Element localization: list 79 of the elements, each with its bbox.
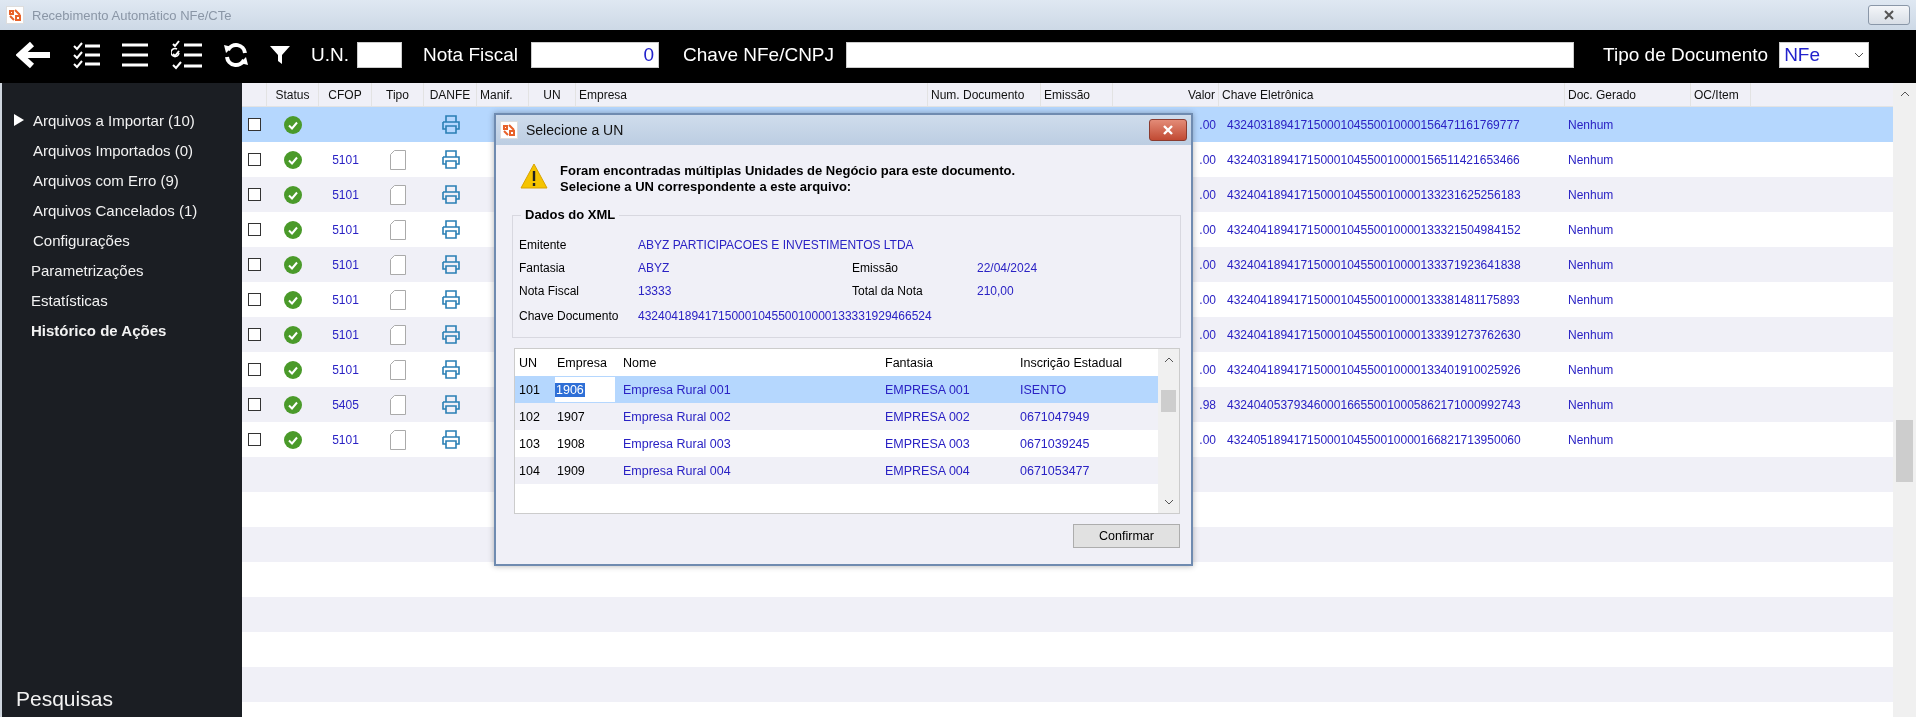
grid-cell: EMPRESA 004	[885, 463, 970, 478]
warning-message: Foram encontradas múltiplas Unidades de Negócio para este documento. Selecione a UN correspondente a este arquivo:	[560, 163, 1016, 196]
cfop-text: 5101	[332, 327, 359, 342]
field-label: Nota Fiscal	[519, 283, 581, 298]
doc-status-text: Nenhum	[1568, 362, 1614, 377]
field-value: 43240418941715000104550010000133331929466524	[638, 309, 932, 323]
valor-text: .98	[1199, 397, 1216, 412]
field-label: Nota Fiscal	[423, 43, 519, 66]
field-label: U.N.	[311, 43, 349, 66]
valor-text: .00	[1199, 257, 1216, 272]
chave-text: 43240318941715000104550010000156471161769777	[1227, 117, 1520, 132]
window-title: Recebimento Automático NFe/CTe	[32, 7, 233, 23]
grid-cell: EMPRESA 001	[885, 382, 970, 397]
field-label: Fantasia	[519, 260, 567, 275]
cfop-text: 5101	[332, 292, 359, 307]
chave-text: 43240418941715000104550010000133371923641838	[1227, 257, 1521, 272]
field-label: Chave NFe/CNPJ	[683, 43, 835, 66]
grid-cell: 1907	[557, 409, 585, 424]
group-title: Dados do XML	[521, 207, 620, 222]
valor-text: .00	[1199, 362, 1216, 377]
grid-cell: 102	[519, 409, 540, 424]
grid-cell: 101	[519, 382, 540, 397]
valor-text: .00	[1199, 292, 1216, 307]
field-value: 13333	[638, 283, 673, 298]
field-value: ABYZ PARTICIPACOES E INVESTIMENTOS LTDA	[638, 237, 914, 252]
valor-text: .00	[1199, 327, 1216, 342]
doc-status-text: Nenhum	[1568, 257, 1614, 272]
valor-text: .00	[1199, 222, 1216, 237]
grid-cell: EMPRESA 002	[885, 409, 970, 424]
valor-text: .00	[1199, 117, 1216, 132]
field-value: 210,00	[977, 283, 1015, 298]
valor-text: .00	[1199, 187, 1216, 202]
section-heading: Pesquisas	[15, 687, 114, 712]
chave-text: 43240405379346000166550010005862171000992743	[1227, 397, 1521, 412]
cfop-text: 5405	[332, 397, 359, 412]
grid-cell: 103	[519, 436, 540, 451]
cfop-text: 5101	[332, 362, 359, 377]
grid-cell: Empresa Rural 001	[623, 382, 731, 397]
doc-status-text: Nenhum	[1568, 222, 1614, 237]
doc-status-text: Nenhum	[1568, 327, 1614, 342]
field-value: 22/04/2024	[977, 260, 1039, 275]
doc-status-text: Nenhum	[1568, 187, 1614, 202]
field-label: Total da Nota	[852, 283, 924, 298]
cfop-text: 5101	[332, 257, 359, 272]
grid-cell: Empresa Rural 003	[623, 436, 731, 451]
dialog-title: Selecione a UN	[526, 122, 625, 138]
cfop-text: 5101	[332, 432, 359, 447]
field-label: Emitente	[519, 237, 568, 252]
field-label: Tipo de Documento	[1603, 43, 1769, 66]
doc-status-text: Nenhum	[1568, 152, 1614, 167]
grid-cell: Empresa Rural 002	[623, 409, 731, 424]
chave-text: 43240518941715000104550010000166821713950060	[1227, 432, 1521, 447]
doc-status-text: Nenhum	[1568, 397, 1614, 412]
chave-text: 43240418941715000104550010000133381481175893	[1227, 292, 1520, 307]
chave-text: 43240318941715000104550010000156511421653466	[1227, 152, 1520, 167]
grid-cell: 0671039245	[1020, 436, 1090, 451]
doc-status-text: Nenhum	[1568, 432, 1614, 447]
grid-cell: 104	[519, 463, 540, 478]
grid-cell: 0671047949	[1020, 409, 1090, 424]
field-value: ABYZ	[638, 260, 671, 275]
cfop-text: 5101	[332, 187, 359, 202]
field-label: Chave Documento	[519, 309, 620, 323]
grid-cell: ISENTO	[1020, 382, 1067, 397]
chave-text: 43240418941715000104550010000133321504984152	[1227, 222, 1521, 237]
chave-text: 43240418941715000104550010000133391273762630	[1227, 327, 1521, 342]
chave-text: 43240418941715000104550010000133231625256183	[1227, 187, 1521, 202]
field-label: Emissão	[852, 260, 899, 275]
valor-text: .00	[1199, 152, 1216, 167]
doc-status-text: Nenhum	[1568, 292, 1614, 307]
cfop-text: 5101	[332, 152, 359, 167]
grid-cell: 1908	[557, 436, 585, 451]
grid-cell: EMPRESA 003	[885, 436, 970, 451]
doc-status-text: Nenhum	[1568, 117, 1614, 132]
grid-cell: 1909	[557, 463, 585, 478]
chave-text: 43240418941715000104550010000133401910025926	[1227, 362, 1521, 377]
grid-cell: Empresa Rural 004	[623, 463, 731, 478]
grid-cell: 0671053477	[1020, 463, 1090, 478]
valor-text: .00	[1199, 432, 1216, 447]
cfop-text: 5101	[332, 222, 359, 237]
